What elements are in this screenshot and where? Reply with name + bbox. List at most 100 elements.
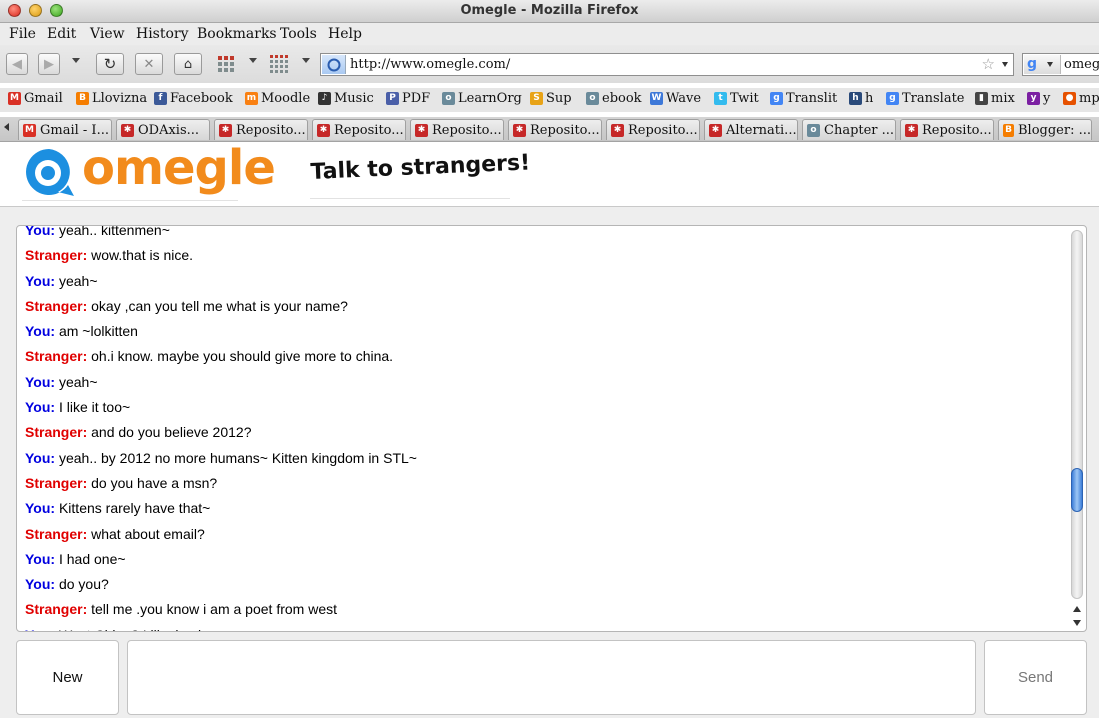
bookmark-llovizna[interactable]: B Llovizna [76,91,147,106]
search-bar[interactable]: g omegl [1022,53,1099,76]
message-input[interactable] [127,640,976,715]
scroll-up-button[interactable] [1070,602,1084,615]
browser-tab[interactable]: ✱ Alternati... [704,119,798,140]
window-titlebar: Omegle - Mozilla Firefox [0,0,1099,23]
you-label: You: [25,627,55,631]
chat-message: You: West China? I like lambs~ [25,623,1066,631]
stop-icon: ✕ [143,56,155,72]
menu-bookmarks[interactable]: Bookmarks [197,26,277,42]
search-engine-selector[interactable]: g [1024,55,1061,74]
grid-addon-icon[interactable] [216,54,236,74]
bookmark-translit[interactable]: g Translit [770,91,837,106]
bookmark-sup[interactable]: S Sup [530,91,572,106]
bookmark-facebook[interactable]: f Facebook [154,91,233,106]
tab-bar: M Gmail - I... ✱ ODAxis... ✱ Reposito... ✱ Repo… [0,117,1099,142]
message-text: tell me .you know i am a poet from west [91,601,337,618]
bookmark-moodle[interactable]: m Moodle [245,91,310,106]
chat-message: Stranger: oh.i know. maybe you should gi… [25,344,1066,369]
menu-history[interactable]: History [136,26,189,42]
paw-icon: ✱ [709,123,722,137]
chat-log-box[interactable]: You: yeah.. kittenmen~ Stranger: wow.that… [16,225,1087,632]
bookmark-gmail[interactable]: M Gmail [8,91,63,106]
yahoo-icon: y [1027,92,1040,105]
bookmark-learnorg[interactable]: o LearnOrg [442,91,522,106]
back-button[interactable]: ◀ [6,53,28,75]
tagline: Talk to strangers! [310,150,531,185]
bookmark-h[interactable]: hh [849,91,873,106]
bookmark-star-icon[interactable]: ☆ [982,55,995,73]
chat-message: You: do you? [25,572,1066,597]
bookmark-y[interactable]: yy [1027,91,1050,106]
message-text: I like it too~ [58,399,131,416]
stranger-label: Stranger: [25,424,88,441]
bookmark-music[interactable]: ♪ Music [318,91,374,106]
grid-addon2-icon[interactable] [269,54,289,74]
h-icon: h [849,92,862,105]
home-button[interactable]: ⌂ [174,53,202,75]
message-text: do you have a msn? [91,474,218,491]
chat-message: You: I had one~ [25,547,1066,572]
chat-message: Stranger: okay ,can you tell me what is … [25,294,1066,319]
bookmark-wave[interactable]: W Wave [650,91,701,106]
grid-addon-dropdown-icon[interactable] [249,58,257,63]
scrollbar-track[interactable] [1071,230,1083,599]
tab-label: Reposito... [530,122,600,138]
browser-tab[interactable]: ✱ Reposito... [214,119,308,140]
chat-message: You: yeah.. by 2012 no more humans~ Kitt… [25,446,1066,471]
bookmark-label: Twit [730,91,759,106]
browser-tab[interactable]: ✱ Reposito... [508,119,602,140]
you-label: You: [25,500,56,517]
omegle-logo-icon [26,149,74,196]
browser-tab[interactable]: ✱ Reposito... [410,119,504,140]
browser-tab[interactable]: ✱ Reposito... [606,119,700,140]
you-label: You: [25,399,56,416]
site-identity-icon[interactable] [322,55,346,74]
bookmark-label: ebook [602,91,642,106]
send-button[interactable]: Send [984,640,1087,715]
browser-tab[interactable]: B Blogger: ... [998,119,1092,140]
menu-view[interactable]: View [90,26,125,42]
menu-file[interactable]: File [9,26,36,42]
bookmark-twit[interactable]: t Twit [714,91,759,106]
browser-tab[interactable]: ✱ Reposito... [312,119,406,140]
you-label: You: [25,225,56,238]
browser-tab[interactable]: ✱ Reposito... [900,119,994,140]
twitter-icon: t [714,92,727,105]
search-input[interactable]: omegl [1064,57,1099,72]
chat-scrollbar[interactable] [1070,230,1084,629]
history-dropdown-icon[interactable] [72,58,80,63]
chat-message: Stranger: do you have a msn? [25,471,1066,496]
you-label: You: [25,449,56,466]
browser-tab[interactable]: M Gmail - I... [18,119,112,140]
menu-edit[interactable]: Edit [47,26,76,42]
you-label: You: [25,576,56,593]
bookmark-translate[interactable]: g Translate [886,91,965,106]
paw-icon: ✱ [611,123,624,137]
grid-addon2-dropdown-icon[interactable] [302,58,310,63]
scroll-down-button[interactable] [1070,616,1084,629]
address-bar[interactable]: http://www.omegle.com/ ☆ [320,53,1014,76]
bookmark-pdf[interactable]: P PDF [386,91,430,106]
stranger-label: Stranger: [25,474,88,491]
pdf-icon: P [386,92,399,105]
menu-help[interactable]: Help [328,26,362,42]
bookmark-mix[interactable]: ▮ mix [975,91,1015,106]
reload-button[interactable]: ↻ [96,53,124,75]
stop-button[interactable]: ✕ [135,53,163,75]
navigation-toolbar: ◀ ▶ ↻ ✕ ⌂ http://www.omegle.com/ ☆ g ome… [0,45,1099,83]
browser-tab[interactable]: o Chapter ... [802,119,896,140]
new-chat-button[interactable]: New [16,640,119,715]
forward-button[interactable]: ▶ [38,53,60,75]
scrollbar-thumb[interactable] [1071,468,1083,512]
bookmark-label: mp [1079,91,1099,106]
browser-tab[interactable]: ✱ ODAxis... [116,119,210,140]
url-text[interactable]: http://www.omegle.com/ [350,57,510,72]
chat-message: Stranger: and do you believe 2012? [25,420,1066,445]
bookmark-mp[interactable]: ● mp [1063,91,1099,106]
tab-scroll-left-icon[interactable] [4,123,9,131]
menu-tools[interactable]: Tools [280,26,317,42]
bookmark-ebook[interactable]: o ebook [586,91,642,106]
url-dropdown-icon[interactable] [1002,62,1008,67]
bookmark-label: Moodle [261,91,311,106]
bookmarks-toolbar: M Gmail B Llovizna f Facebook m Moodle ♪ Music P PD… [0,88,1099,112]
